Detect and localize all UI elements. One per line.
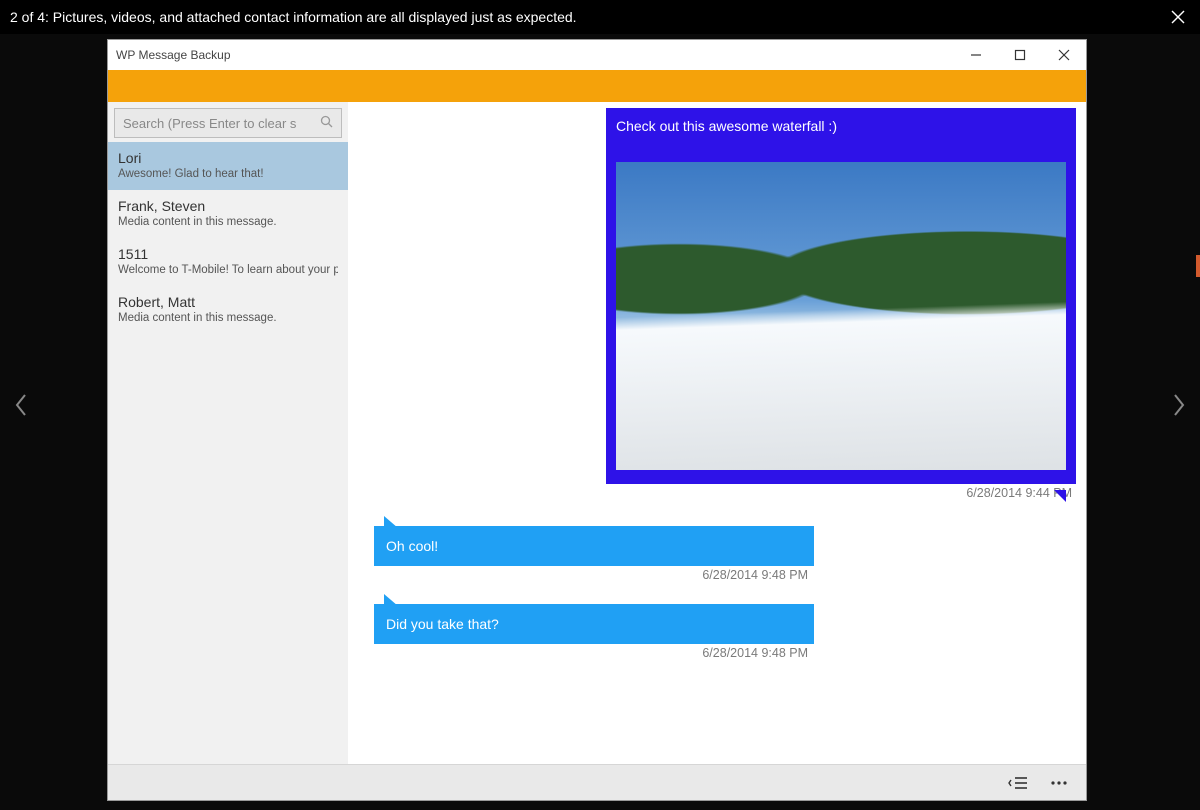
sidebar: Search (Press Enter to clear s Lori Awes… — [108, 102, 348, 800]
window-maximize-button[interactable] — [998, 40, 1042, 70]
message-text: Oh cool! — [386, 537, 438, 555]
window-controls — [954, 40, 1086, 70]
minimize-icon — [970, 49, 982, 61]
bubble-tail — [1054, 490, 1066, 502]
list-view-button[interactable] — [1008, 775, 1028, 791]
app-window: WP Message Backup Search (Press Enter to… — [108, 40, 1086, 800]
conversation-name: Lori — [118, 150, 338, 166]
conversation-name: Frank, Steven — [118, 198, 338, 214]
message-image[interactable] — [616, 162, 1066, 470]
conversation-preview: Welcome to T-Mobile! To learn about your… — [118, 264, 338, 276]
conversation-name: Robert, Matt — [118, 294, 338, 310]
message-timestamp: 6/28/2014 9:48 PM — [374, 568, 814, 582]
edge-accent — [1196, 255, 1200, 277]
message-bubble: Oh cool! — [374, 526, 814, 566]
message-text: Check out this awesome waterfall :) — [616, 118, 1066, 134]
conversation-preview: Media content in this message. — [118, 312, 338, 324]
conversation-pane[interactable]: Check out this awesome waterfall :) 6/28… — [348, 102, 1086, 800]
message-bubble: Did you take that? — [374, 604, 814, 644]
conversation-item[interactable]: 1511 Welcome to T-Mobile! To learn about… — [108, 238, 348, 286]
gallery-caption-bar: 2 of 4: Pictures, videos, and attached c… — [0, 0, 1200, 34]
search-input[interactable]: Search (Press Enter to clear s — [114, 108, 342, 138]
message-text: Did you take that? — [386, 615, 499, 633]
message-timestamp: 6/28/2014 9:48 PM — [374, 646, 814, 660]
close-icon — [1171, 10, 1185, 24]
ellipsis-icon — [1050, 780, 1068, 786]
conversation-name: 1511 — [118, 246, 338, 262]
message-incoming: Check out this awesome waterfall :) 6/28… — [606, 108, 1076, 500]
command-bar — [108, 764, 1086, 800]
conversation-list: Lori Awesome! Glad to hear that! Frank, … — [108, 142, 348, 800]
gallery-next-button[interactable] — [1164, 375, 1194, 435]
search-icon — [320, 115, 333, 131]
header-band — [108, 70, 1086, 102]
more-button[interactable] — [1050, 780, 1068, 786]
gallery-caption: 2 of 4: Pictures, videos, and attached c… — [10, 9, 577, 25]
app-body: Search (Press Enter to clear s Lori Awes… — [108, 102, 1086, 800]
conversation-preview: Awesome! Glad to hear that! — [118, 168, 338, 180]
chevron-left-icon — [14, 393, 28, 417]
window-close-button[interactable] — [1042, 40, 1086, 70]
chevron-right-icon — [1172, 393, 1186, 417]
bubble-tail — [384, 594, 398, 606]
conversation-item[interactable]: Robert, Matt Media content in this messa… — [108, 286, 348, 334]
message-timestamp: 6/28/2014 9:44 PM — [606, 486, 1076, 500]
bubble-tail — [384, 516, 398, 528]
conversation-item[interactable]: Frank, Steven Media content in this mess… — [108, 190, 348, 238]
gallery-close-button[interactable] — [1156, 0, 1200, 34]
window-title: WP Message Backup — [116, 48, 231, 62]
window-minimize-button[interactable] — [954, 40, 998, 70]
close-icon — [1058, 49, 1070, 61]
message-outgoing: Oh cool! 6/28/2014 9:48 PM — [374, 526, 814, 582]
search-placeholder: Search (Press Enter to clear s — [123, 116, 296, 131]
list-icon — [1008, 775, 1028, 791]
message-outgoing: Did you take that? 6/28/2014 9:48 PM — [374, 604, 814, 660]
maximize-icon — [1014, 49, 1026, 61]
gallery-prev-button[interactable] — [6, 375, 36, 435]
message-bubble: Check out this awesome waterfall :) — [606, 108, 1076, 484]
conversation-item[interactable]: Lori Awesome! Glad to hear that! — [108, 142, 348, 190]
window-titlebar[interactable]: WP Message Backup — [108, 40, 1086, 70]
conversation-preview: Media content in this message. — [118, 216, 338, 228]
